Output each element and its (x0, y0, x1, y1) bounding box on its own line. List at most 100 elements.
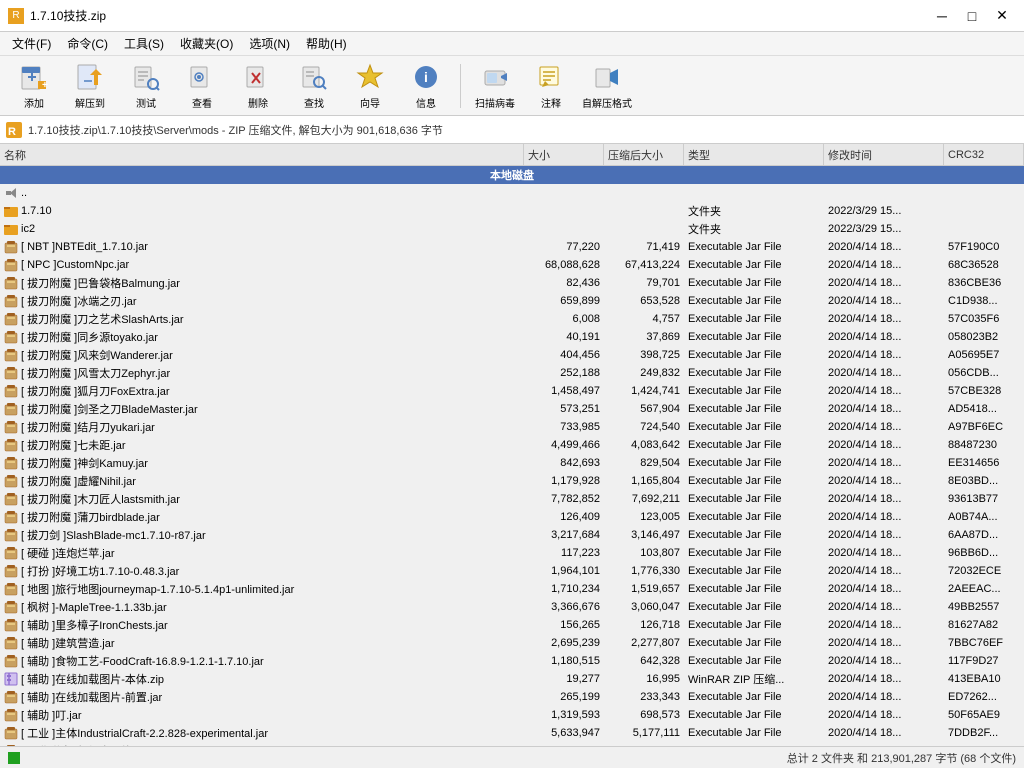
title-bar: R 1.7.10技技.zip ─ □ ✕ (0, 0, 1024, 32)
list-item[interactable]: [ NPC ]CustomNpc.jar68,088,62867,413,224… (0, 256, 1024, 274)
delete-button[interactable]: 删除 (232, 60, 284, 112)
test-icon (130, 61, 162, 93)
menu-help[interactable]: 帮助(H) (298, 33, 355, 54)
maximize-button[interactable]: □ (958, 4, 986, 28)
col-crc32[interactable]: CRC32 (944, 144, 1024, 165)
list-item[interactable]: [ 辅助 ]里多樟子IronChests.jar156,265126,718Ex… (0, 616, 1024, 634)
list-item[interactable]: [ 拔刀附魔 ]神剑Kamuy.jar842,693829,504Executa… (0, 454, 1024, 472)
list-item[interactable]: [ 硬碰 ]连炮烂苹.jar117,223103,807Executable J… (0, 544, 1024, 562)
file-crc32: 058023B2 (944, 331, 1024, 343)
sfx-button[interactable]: 自解压格式 (581, 60, 633, 112)
file-compressed: 71,419 (604, 241, 684, 253)
wizard-button[interactable]: 向导 (344, 60, 396, 112)
file-size: 77,220 (524, 241, 604, 253)
list-item[interactable]: [ 辅助 ]叮.jar1,319,593698,573Executable Ja… (0, 706, 1024, 724)
file-modified: 2020/4/14 18... (824, 421, 944, 433)
jar-icon (4, 240, 18, 254)
file-size: 659,899 (524, 295, 604, 307)
col-size[interactable]: 大小 (524, 144, 604, 165)
list-item[interactable]: [ 拔刀附魔 ]巴鲁袋格Balmung.jar82,43679,701Execu… (0, 274, 1024, 292)
file-crc32: 117F9D27 (944, 655, 1024, 667)
extract-button[interactable]: 解压到 (64, 60, 116, 112)
list-item[interactable]: .. (0, 184, 1024, 202)
file-compressed: 4,083,642 (604, 439, 684, 451)
jar-icon (4, 690, 18, 704)
list-item[interactable]: 1.7.10文件夹2022/3/29 15... (0, 202, 1024, 220)
col-name[interactable]: 名称 (0, 144, 524, 165)
list-item[interactable]: [ 拔刀附魔 ]刀之艺术SlashArts.jar6,0084,757Execu… (0, 310, 1024, 328)
list-item[interactable]: [ 打扮 ]好境工坊1.7.10-0.48.3.jar1,964,1011,77… (0, 562, 1024, 580)
file-name-cell: [ 打扮 ]好境工坊1.7.10-0.48.3.jar (0, 563, 524, 579)
list-item[interactable]: [ 枫树 ]-MapleTree-1.1.33b.jar3,366,6763,0… (0, 598, 1024, 616)
app-icon: R (8, 8, 24, 24)
file-crc32: A05695E7 (944, 349, 1024, 361)
list-item[interactable]: [ 地图 ]旅行地图journeymap-1.7.10-5.1.4p1-unli… (0, 580, 1024, 598)
file-type: Executable Jar File (684, 385, 824, 397)
list-item[interactable]: [ 拔刀附魔 ]风雪太刀Zephyr.jar252,188249,832Exec… (0, 364, 1024, 382)
list-item[interactable]: [ 辅助 ]在线加载图片-前置.jar265,199233,343Executa… (0, 688, 1024, 706)
extract-icon (74, 61, 106, 93)
list-item[interactable]: [ 拔刀附魔 ]七未距.jar4,499,4664,083,642Executa… (0, 436, 1024, 454)
list-item[interactable]: [ 拔刀附魔 ]狐月刀FoxExtra.jar1,458,4971,424,74… (0, 382, 1024, 400)
col-type[interactable]: 类型 (684, 144, 824, 165)
list-item[interactable]: [ 拔刀附魔 ]同乡源toyako.jar40,19137,869Executa… (0, 328, 1024, 346)
menu-file[interactable]: 文件(F) (4, 33, 59, 54)
comment-icon (535, 61, 567, 93)
col-modified[interactable]: 修改时间 (824, 144, 944, 165)
minimize-button[interactable]: ─ (928, 4, 956, 28)
jar-icon (4, 402, 18, 416)
list-item[interactable]: [ 辅助 ]食物工艺-FoodCraft-16.8.9-1.2.1-1.7.10… (0, 652, 1024, 670)
menu-tools[interactable]: 工具(S) (116, 33, 172, 54)
close-button[interactable]: ✕ (988, 4, 1016, 28)
file-name-cell: [ 拔刀附魔 ]刀之艺术SlashArts.jar (0, 311, 524, 327)
info-icon: i (410, 61, 442, 93)
status-icon (8, 752, 20, 764)
file-type: Executable Jar File (684, 259, 824, 271)
view-icon (186, 61, 218, 93)
file-compressed: 567,904 (604, 403, 684, 415)
scan-button[interactable]: 扫描病毒 (469, 60, 521, 112)
list-item[interactable]: [ 辅助 ]建筑营造.jar2,695,2392,277,807Executab… (0, 634, 1024, 652)
file-crc32: 81627A82 (944, 619, 1024, 631)
file-name-cell: [ 拔刀附魔 ]木刀匠人lastsmith.jar (0, 491, 524, 507)
list-item[interactable]: [ 拔刀剑 ]SlashBlade-mc1.7.10-r87.jar3,217,… (0, 526, 1024, 544)
list-item[interactable]: [ 拔刀附魔 ]结月刀yukari.jar733,985724,540Execu… (0, 418, 1024, 436)
file-list[interactable]: 本地磁盘 ..1.7.10文件夹2022/3/29 15...ic2文件夹202… (0, 166, 1024, 746)
winrar-icon: R (6, 122, 22, 138)
file-crc32: 57CBE328 (944, 385, 1024, 397)
jar-icon (4, 618, 18, 632)
list-item[interactable]: [ NBT ]NBTEdit_1.7.10.jar77,22071,419Exe… (0, 238, 1024, 256)
file-modified: 2020/4/14 18... (824, 259, 944, 271)
file-name: [ 辅助 ]在线加载图片-本体.zip (21, 671, 164, 687)
file-compressed: 3,060,047 (604, 601, 684, 613)
file-type: Executable Jar File (684, 547, 824, 559)
status-left (8, 752, 20, 764)
file-name: [ NPC ]CustomNpc.jar (21, 259, 129, 271)
list-item[interactable]: [ 拔刀附魔 ]木刀匠人lastsmith.jar7,782,8527,692,… (0, 490, 1024, 508)
list-item[interactable]: [ 拔刀附魔 ]剑圣之刀BladeMaster.jar573,251567,90… (0, 400, 1024, 418)
comment-button[interactable]: 注释 (525, 60, 577, 112)
list-item[interactable]: [ 拔刀附魔 ]风来剑Wanderer.jar404,456398,725Exe… (0, 346, 1024, 364)
list-item[interactable]: ic2文件夹2022/3/29 15... (0, 220, 1024, 238)
find-button[interactable]: 查找 (288, 60, 340, 112)
list-item[interactable]: [ 辅助 ]在线加载图片-本体.zip19,27716,995WinRAR ZI… (0, 670, 1024, 688)
file-modified: 2020/4/14 18... (824, 403, 944, 415)
add-button[interactable]: + 添加 (8, 60, 60, 112)
jar-icon (4, 654, 18, 668)
test-button[interactable]: 测试 (120, 60, 172, 112)
menu-command[interactable]: 命令(C) (59, 33, 116, 54)
list-item[interactable]: [ 工业 ]主体IndustrialCraft-2.2.828-experime… (0, 724, 1024, 742)
info-button[interactable]: i 信息 (400, 60, 452, 112)
file-size: 1,180,515 (524, 655, 604, 667)
file-name: .. (21, 187, 27, 199)
view-button[interactable]: 查看 (176, 60, 228, 112)
menu-options[interactable]: 选项(N) (241, 33, 298, 54)
file-name-cell: [ 地图 ]旅行地图journeymap-1.7.10-5.1.4p1-unli… (0, 581, 524, 597)
col-compressed[interactable]: 压缩后大小 (604, 144, 684, 165)
list-item[interactable]: [ 拔刀附魔 ]冰端之刃.jar659,899653,528Executable… (0, 292, 1024, 310)
file-compressed: 829,504 (604, 457, 684, 469)
list-item[interactable]: [ 拔刀附魔 ]虚耀Nihil.jar1,179,9281,165,804Exe… (0, 472, 1024, 490)
menu-favorites[interactable]: 收藏夹(O) (172, 33, 241, 54)
list-item[interactable]: [ 拔刀附魔 ]蒲刀birdblade.jar126,409123,005Exe… (0, 508, 1024, 526)
file-type: WinRAR ZIP 压缩... (684, 671, 824, 687)
